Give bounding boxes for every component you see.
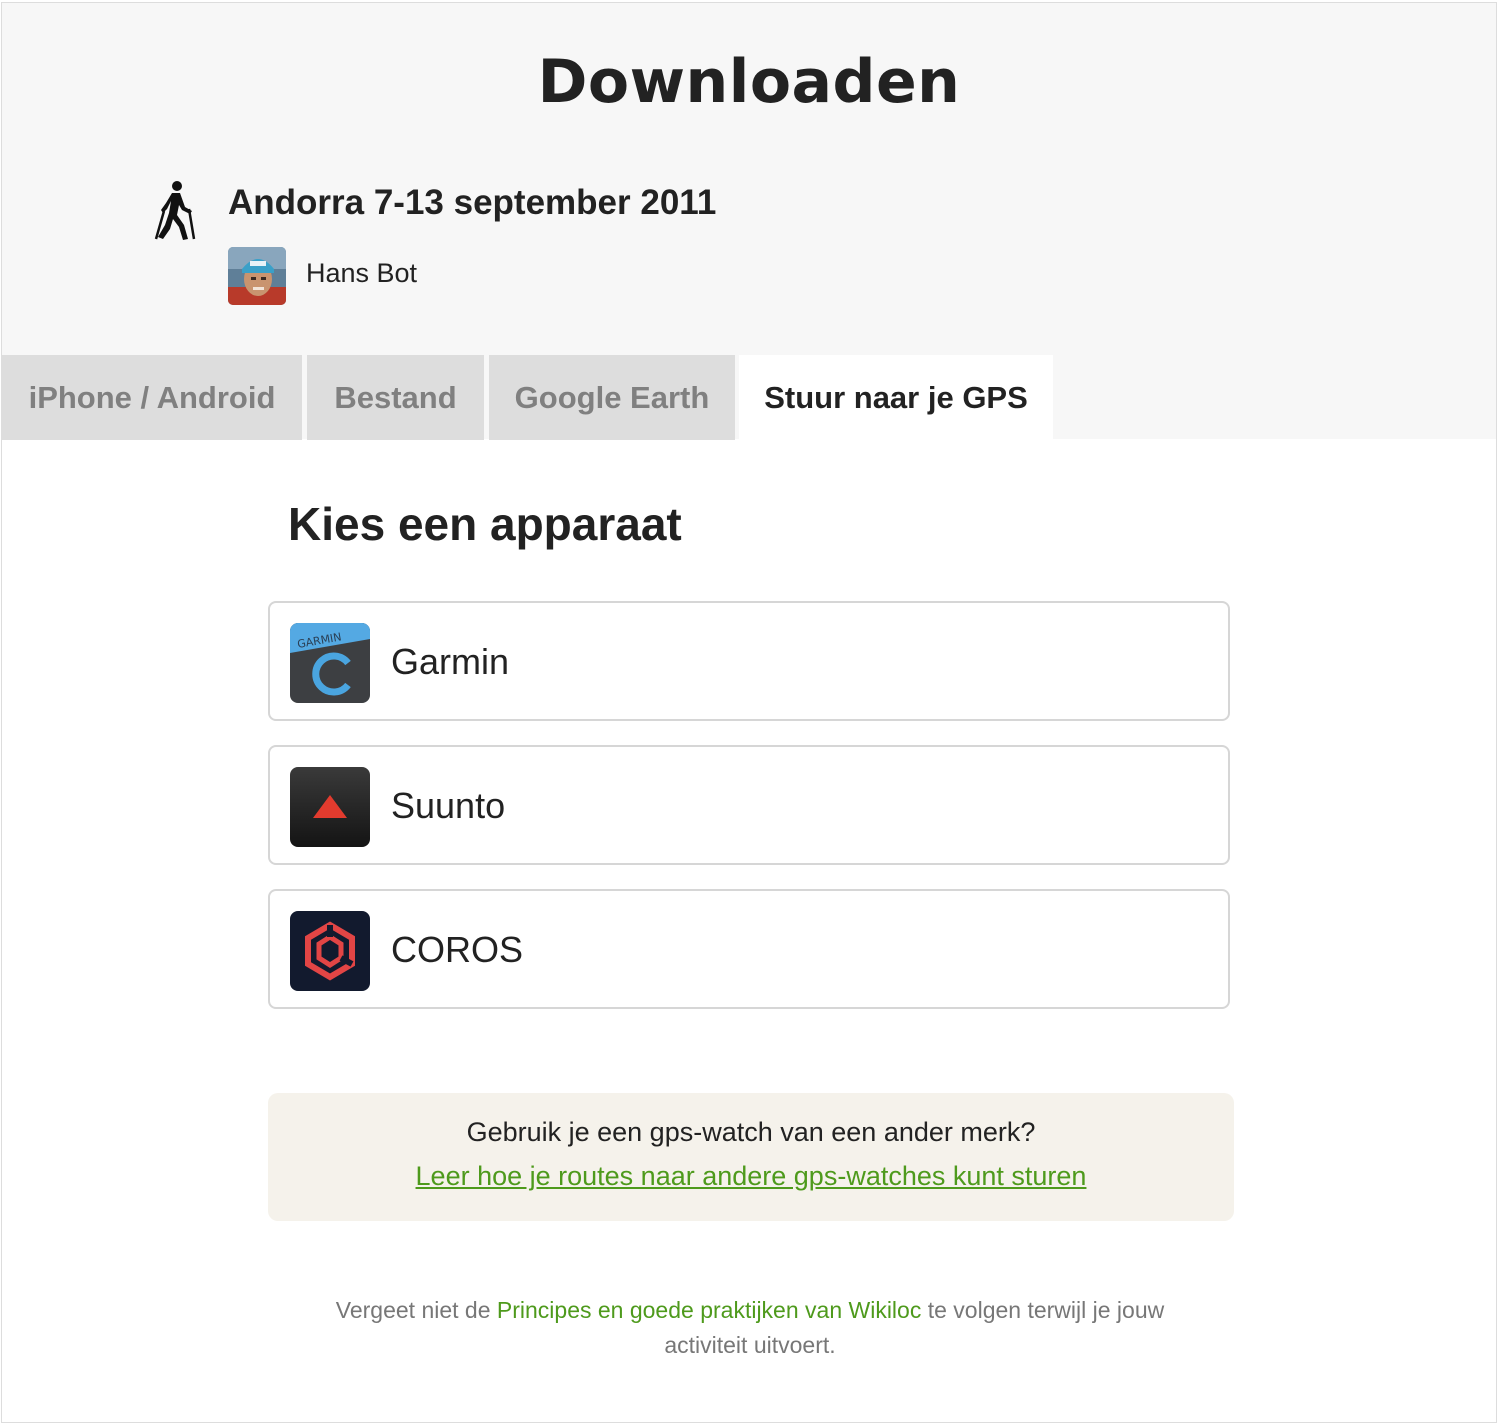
tab-iphone-android[interactable]: iPhone / Android (2, 355, 302, 440)
footer-note: Vergeet niet de Principes en goede prakt… (302, 1293, 1198, 1363)
coros-logo (290, 911, 370, 991)
suunto-logo (290, 767, 370, 847)
trail-name[interactable]: Andorra 7-13 september 2011 (228, 183, 716, 223)
download-panel: Downloaden Andorra 7-13 september 2011 H… (1, 2, 1497, 1423)
device-label: Suunto (391, 785, 506, 826)
section-title: Kies een apparaat (288, 498, 682, 550)
page-title: Downloaden (537, 47, 961, 117)
tab-bestand[interactable]: Bestand (307, 355, 484, 440)
other-watches-link[interactable]: Leer hoe je routes naar andere gps-watch… (268, 1161, 1234, 1192)
device-label: COROS (391, 929, 524, 970)
other-watch-notice: Gebruik je een gps-watch van een ander m… (268, 1093, 1234, 1221)
footer-text-before: Vergeet niet de (335, 1297, 497, 1323)
tab-send-to-gps[interactable]: Stuur naar je GPS (739, 355, 1053, 441)
author-name[interactable]: Hans Bot (306, 258, 417, 289)
avatar[interactable] (228, 247, 286, 305)
principles-link[interactable]: Principes en goede praktijken van Wikilo… (497, 1297, 921, 1323)
hiker-icon (154, 181, 196, 240)
device-option-garmin[interactable]: GARMIN Garmin (268, 601, 1230, 721)
notice-question: Gebruik je een gps-watch van een ander m… (466, 1117, 1036, 1147)
device-label: Garmin (391, 641, 510, 682)
garmin-connect-logo: GARMIN (290, 623, 370, 703)
device-option-coros[interactable]: COROS (268, 889, 1230, 1009)
device-option-suunto[interactable]: Suunto (268, 745, 1230, 865)
tab-google-earth[interactable]: Google Earth (489, 355, 735, 440)
